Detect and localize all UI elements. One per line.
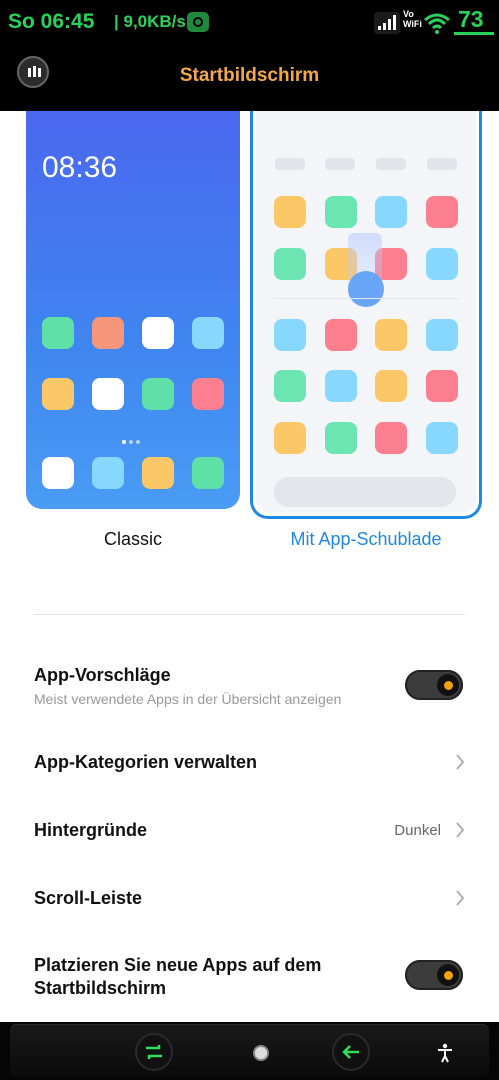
app-icon	[375, 196, 407, 228]
drawer-tab	[275, 158, 305, 170]
app-icon	[142, 317, 174, 349]
navigation-bar	[0, 1022, 499, 1080]
drawer-divider	[274, 298, 460, 299]
app-icon	[142, 457, 174, 489]
network-speed-value: 9,0KB/s	[123, 12, 186, 31]
vowifi-line2: WiFi	[403, 19, 422, 29]
app-icon	[426, 422, 458, 454]
touch-indicator	[348, 271, 384, 307]
setting-app-suggestions[interactable]: App-Vorschläge Meist verwendete Apps in …	[0, 656, 499, 726]
setting-scroll-bar[interactable]: Scroll-Leiste	[0, 872, 499, 924]
battery-underline	[454, 32, 494, 35]
settings-content[interactable]: 08:36 Classic Mit App-Schublade App-Vors…	[0, 111, 499, 1022]
app-suggestions-toggle[interactable]	[405, 670, 463, 700]
drawer-option-label[interactable]: Mit App-Schublade	[250, 529, 482, 550]
setting-subtitle: Meist verwendete Apps in der Übersicht a…	[34, 691, 342, 707]
toggle-knob	[437, 964, 459, 986]
app-icon	[426, 370, 458, 402]
app-icon	[274, 370, 306, 402]
setting-title: App-Vorschläge	[34, 665, 171, 685]
drawer-search-bar	[274, 477, 456, 507]
setting-title-line2: Startbildschirm	[34, 978, 167, 998]
app-icon	[42, 317, 74, 349]
app-icon	[426, 248, 458, 280]
status-time: So 06:45	[8, 10, 95, 33]
setting-backgrounds[interactable]: Hintergründe Dunkel	[0, 804, 499, 856]
app-icon	[42, 457, 74, 489]
battery-level: 73	[458, 6, 484, 32]
setting-manage-categories[interactable]: App-Kategorien verwalten	[0, 736, 499, 788]
app-icon	[274, 422, 306, 454]
setting-value: Dunkel	[394, 822, 441, 839]
drawer-layout-preview[interactable]	[256, 111, 476, 513]
navigation-bar-panel	[10, 1024, 489, 1077]
drawer-tab	[376, 158, 406, 170]
setting-title-line1: Platzieren Sie neue Apps auf dem	[34, 955, 322, 975]
status-separator: |	[114, 12, 119, 31]
app-icon	[192, 317, 224, 349]
back-nav-button[interactable]	[332, 1033, 370, 1071]
classic-option-label[interactable]: Classic	[26, 529, 240, 550]
page-title: Startbildschirm	[179, 65, 320, 86]
setting-title: Scroll-Leiste	[34, 888, 143, 908]
vowifi-line1: Vo	[403, 9, 414, 19]
app-icon	[192, 378, 224, 410]
app-icon	[142, 378, 174, 410]
classic-layout-preview[interactable]: 08:36	[26, 111, 240, 509]
cell-signal-icon	[374, 12, 400, 34]
app-icon	[92, 317, 124, 349]
app-icon	[274, 248, 306, 280]
app-icon	[92, 378, 124, 410]
toggle-knob	[437, 674, 459, 696]
setting-title: Hintergründe	[34, 820, 148, 840]
app-icon	[325, 319, 357, 351]
back-arrow-icon	[342, 1045, 359, 1059]
drawer-tab	[325, 158, 355, 170]
status-bar: So 06:45 | 9,0KB/s Vo WiFi 73	[0, 0, 499, 44]
app-icon	[375, 370, 407, 402]
wifi-icon	[424, 13, 450, 34]
app-icon	[325, 196, 357, 228]
home-button[interactable]	[253, 1045, 269, 1061]
app-icon	[426, 196, 458, 228]
page-indicator	[122, 431, 143, 449]
recents-icon	[146, 1045, 162, 1059]
setting-title: App-Kategorien verwalten	[34, 752, 258, 772]
app-icon	[42, 378, 74, 410]
title-bar: Startbildschirm	[0, 44, 499, 111]
recents-button[interactable]	[135, 1033, 173, 1071]
app-icon	[375, 319, 407, 351]
app-icon	[426, 319, 458, 351]
accessibility-icon[interactable]	[436, 1043, 454, 1063]
app-icon	[192, 457, 224, 489]
battery-icon: 73	[454, 6, 494, 37]
place-new-apps-toggle[interactable]	[405, 960, 463, 990]
preview-clock: 08:36	[42, 151, 118, 184]
section-divider	[34, 614, 465, 615]
app-icon	[92, 457, 124, 489]
app-icon	[325, 422, 357, 454]
chevron-right-icon	[456, 822, 465, 838]
app-icon	[274, 319, 306, 351]
app-icon	[375, 422, 407, 454]
app-icon	[325, 370, 357, 402]
drawer-tab	[427, 158, 457, 170]
app-notification-icon	[187, 12, 209, 32]
chevron-right-icon	[456, 890, 465, 906]
setting-place-new-apps[interactable]: Platzieren Sie neue Apps auf dem Startbi…	[0, 946, 499, 1022]
vowifi-icon: Vo WiFi	[403, 9, 422, 29]
network-speed: | 9,0KB/s	[114, 12, 186, 32]
app-icon	[274, 196, 306, 228]
chevron-right-icon	[456, 754, 465, 770]
